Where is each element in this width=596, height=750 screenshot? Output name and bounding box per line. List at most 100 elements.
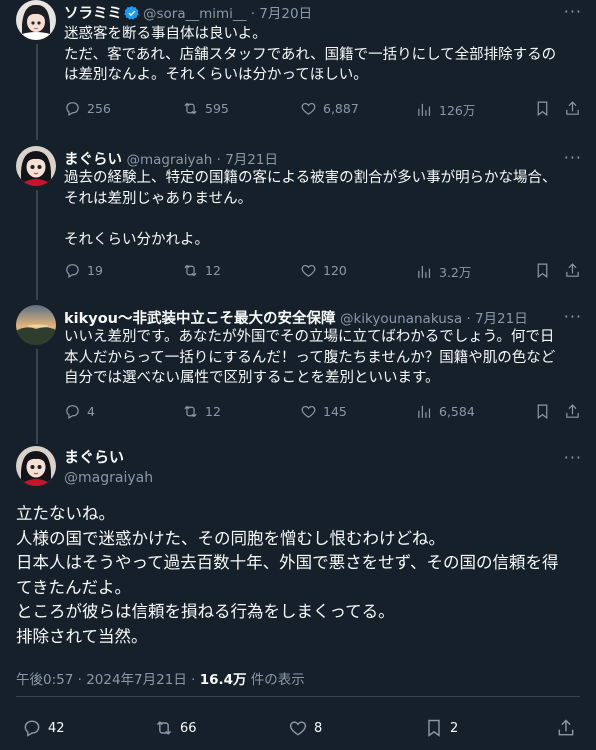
tweet-header: kikyou〜非武装中立こそ最大の安全保障 @kikyounanakusa · … [64,311,528,327]
heart-icon [289,721,307,736]
like-count: 8 [314,720,323,736]
tweet-text-line: 立たないね。 [16,504,115,523]
focused-tweet: まぐらい @magraiyah ··· 立たないね。 人様の国で迷惑かけた、その… [0,446,596,750]
bookmark-button[interactable] [534,403,551,420]
like-button[interactable]: 145 [300,403,347,420]
more-options-icon[interactable]: ··· [564,148,582,167]
heart-icon [301,102,316,115]
more-options-icon[interactable]: ··· [564,2,582,21]
thread-line [36,349,38,444]
tweet-header: ソラミミ @sora__mimi__ · 7月20日 [64,2,312,25]
share-button[interactable] [564,403,581,420]
avatar[interactable] [16,0,56,40]
tweet-text-line: てきたんだよ。 [16,577,132,597]
like-count: 6,887 [323,101,359,116]
views-count: 126万 [439,103,476,118]
display-name[interactable]: kikyou〜非武装中立こそ最大の安全保障 [64,311,336,327]
views-button[interactable]: 3.2万 [416,262,471,281]
handle[interactable]: @magraiyah [64,470,153,486]
like-count: 145 [323,404,347,419]
avatar[interactable] [16,146,56,186]
tweet-text: いいえ差別です。あなたが外国でその立場に立てばわかるでしょう。何で日 本人だから… [64,327,580,389]
post-time[interactable]: 午後0:57 · 2024年7月21日 · [16,672,200,688]
tweet-text-line: いいえ差別です。あなたが外国でその立場に立てばわかるでしょう。何で日 [64,329,555,345]
more-options-icon[interactable]: ··· [564,448,582,467]
tweet-text-line: 本人だからって一括りにするんだ！って腹たちませんか？国籍や肌の色など [64,349,556,366]
analytics-icon [418,103,431,116]
bookmark-button[interactable] [534,262,551,279]
bookmark-count: 2 [450,720,459,736]
action-bar: 19 12 120 3.2万 [64,262,580,282]
tweet-meta: 午後0:57 · 2024年7月21日 · 16.4万 件の表示 [16,668,305,688]
action-bar: 42 66 8 2 [0,718,596,742]
action-bar: 256 595 6,887 126万 [64,100,580,120]
reply-button[interactable]: 4 [64,403,95,420]
reply-icon [66,264,79,278]
retweet-icon [184,405,197,418]
retweet-button[interactable]: 12 [182,262,221,279]
tweet-text-line: 迷惑客を断る事自体は良いよ。 [64,26,267,42]
retweet-button[interactable]: 12 [182,403,221,420]
reply-icon [24,720,40,737]
reply-button[interactable]: 256 [64,100,111,117]
handle[interactable]: @kikyounanakusa [340,311,462,327]
tweet-text-line: ただ、客であれ、店舗スタッフであれ、国籍で一括りにして全部排除するの [64,46,557,63]
display-name[interactable]: まぐらい [64,446,124,467]
reply-button[interactable]: 42 [22,718,65,738]
handle[interactable]: @magraiyah [126,152,212,168]
retweet-count: 595 [205,101,229,116]
view-count: 16.4万 [199,672,247,688]
tweet-2[interactable]: まぐらい @magraiyah · 7月21日 ··· 過去の経験上、特定の国籍… [0,146,596,300]
tweet-header: まぐらい @magraiyah · 7月21日 [64,152,278,168]
retweet-button[interactable]: 66 [154,718,197,738]
bookmark-button[interactable] [534,100,551,117]
handle[interactable]: @sora__mimi__ [143,6,246,22]
tweet-text-line: 日本人はそうやって過去百数十年、外国で悪さをせず、その国の信頼を得 [16,553,559,572]
tweet-text-line: 過去の経験上、特定の国籍の客による被害の割合が多い事が明らかな場合、 [64,170,557,186]
retweet-count: 12 [205,404,221,419]
like-button[interactable]: 8 [288,718,322,738]
share-icon [566,263,579,277]
timestamp[interactable]: 7月21日 [225,152,278,168]
like-button[interactable]: 120 [300,262,347,279]
bookmark-icon [537,101,548,117]
share-button[interactable] [556,718,576,738]
reply-count: 19 [87,263,103,278]
views-button[interactable]: 126万 [416,100,475,119]
reply-count: 42 [48,720,65,736]
timestamp[interactable]: 7月21日 [475,311,528,327]
tweet-text-line: 排除されて当然。 [16,626,148,646]
display-name[interactable]: ソラミミ [64,6,122,22]
avatar[interactable] [16,446,56,486]
bookmark-icon [537,263,548,279]
tweet-1[interactable]: ソラミミ @sora__mimi__ · 7月20日 ··· 迷惑客を断る事自体は… [0,0,596,140]
more-options-icon[interactable]: ··· [564,307,582,326]
analytics-icon [418,265,431,278]
avatar[interactable] [16,305,56,345]
timestamp[interactable]: 7月20日 [259,6,312,22]
display-name[interactable]: まぐらい [64,152,122,168]
retweet-button[interactable]: 595 [182,100,229,117]
reply-button[interactable]: 19 [64,262,103,279]
reply-count: 4 [87,404,95,419]
retweet-icon [184,102,197,115]
tweet-text-line: は差別なんよ。それくらいは分かってほしい。 [64,67,368,83]
reply-count: 256 [87,101,111,116]
bookmark-button[interactable]: 2 [424,718,458,738]
tweet-3[interactable]: kikyou〜非武装中立こそ最大の安全保障 @kikyounanakusa · … [0,305,596,444]
heart-icon [301,264,316,277]
reply-icon [66,405,79,419]
views-button[interactable]: 6,584 [416,403,475,420]
tweet-text-line: 自分では選べない属性で区別することを差別といいます。 [64,370,440,386]
like-button[interactable]: 6,887 [300,100,359,117]
action-bar: 4 12 145 6,584 [64,403,580,423]
retweet-icon [184,264,197,277]
thread-line [36,190,38,300]
share-button[interactable] [564,100,581,117]
divider [16,696,580,697]
tweet-text: 立たないね。 人様の国で迷惑かけた、その同胞を憎むし恨むわけどね。 日本人はそう… [16,502,586,649]
tweet-text-line: ところが彼らは信頼を損ねる行為をしまくってる。 [16,602,395,621]
tweet-text-line [64,209,580,230]
share-button[interactable] [564,262,581,279]
share-icon [566,101,579,115]
